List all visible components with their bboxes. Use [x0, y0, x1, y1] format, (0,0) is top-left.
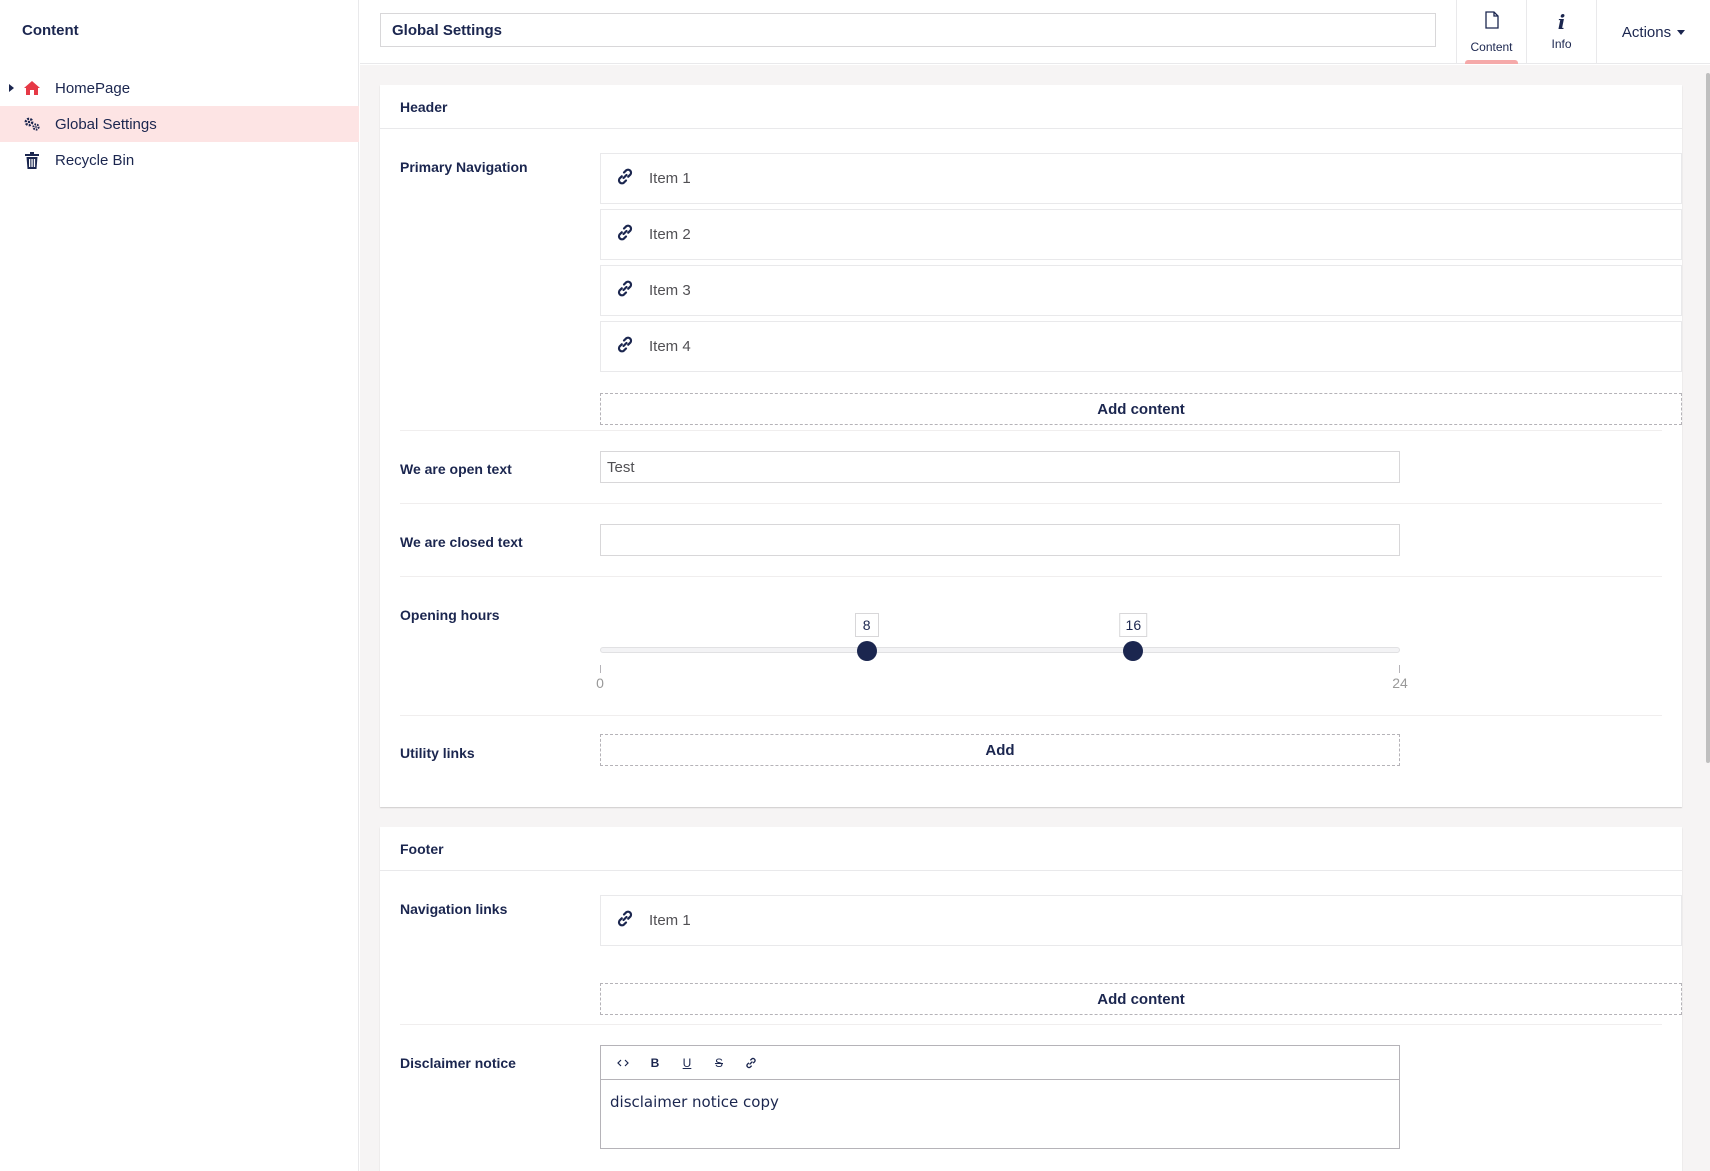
property-label: Disclaimer notice: [400, 1055, 516, 1071]
bold-icon[interactable]: B: [639, 1048, 671, 1078]
nested-item-label: Item 1: [649, 912, 691, 929]
property-label: Opening hours: [400, 607, 500, 623]
closed-text-property: We are closed text: [400, 504, 1662, 577]
sidebar-title: Content: [22, 22, 79, 39]
code-icon[interactable]: [607, 1048, 639, 1078]
range-slider[interactable]: 8 16 0 24: [596, 613, 1408, 693]
nested-item-label: Item 4: [649, 338, 691, 355]
chevron-down-icon: [1677, 29, 1686, 35]
expand-caret-icon[interactable]: [9, 84, 14, 92]
info-icon: i: [1557, 10, 1566, 34]
link-icon: [616, 279, 634, 302]
property-label: We are closed text: [400, 534, 523, 550]
link-icon: [616, 335, 634, 358]
nested-item[interactable]: Item 3: [600, 265, 1682, 316]
app-root: Content HomePage Global Settings Recycle…: [0, 0, 1710, 1171]
group-title: Header: [380, 85, 1682, 129]
property-label: Utility links: [400, 745, 475, 761]
slider-handle-from[interactable]: [856, 641, 877, 661]
property-label: Primary Navigation: [400, 159, 528, 175]
nested-item-label: Item 1: [649, 170, 691, 187]
slider-min-tick: [600, 665, 601, 673]
tab-content-label: Content: [1470, 39, 1513, 54]
group-title: Footer: [380, 827, 1682, 871]
nested-item[interactable]: Item 1: [600, 153, 1682, 204]
open-text-input[interactable]: [600, 451, 1400, 483]
tree-item-label: HomePage: [55, 79, 131, 97]
document-icon: [1484, 10, 1499, 34]
tree-item-label: Recycle Bin: [55, 151, 135, 169]
rte-content[interactable]: disclaimer notice copy: [601, 1080, 1399, 1124]
property-label: We are open text: [400, 461, 512, 477]
slider-handle-to[interactable]: [1123, 641, 1144, 661]
slider-min-label: 0: [596, 675, 604, 691]
tree-item-homepage[interactable]: HomePage: [0, 70, 359, 106]
add-content-button[interactable]: Add content: [600, 983, 1682, 1015]
nested-item-label: Item 2: [649, 226, 691, 243]
editor-content: Header Primary Navigation Item 1 Item 2: [360, 65, 1710, 1171]
tree-item-label: Global Settings: [55, 115, 157, 133]
editor-header: Content i Info Actions: [360, 0, 1710, 64]
link-icon: [616, 909, 634, 932]
sidebar: Content HomePage Global Settings Recycle…: [0, 0, 359, 1171]
link-icon: [616, 167, 634, 190]
slider-max-tick: [1399, 665, 1400, 673]
home-icon: [23, 79, 41, 97]
link-icon: [616, 223, 634, 246]
add-utility-link-button[interactable]: Add: [600, 734, 1400, 766]
nested-item[interactable]: Item 2: [600, 209, 1682, 260]
tree-item-global-settings[interactable]: Global Settings: [0, 106, 359, 142]
tree-item-recycle-bin[interactable]: Recycle Bin: [0, 142, 359, 178]
primary-navigation-property: Primary Navigation Item 1 Item 2 Item 3 …: [400, 129, 1682, 431]
trash-icon: [23, 151, 41, 169]
link-icon[interactable]: [735, 1048, 767, 1078]
opening-hours-property: Opening hours 8 16 0 24: [400, 577, 1662, 716]
slider-from-tooltip: 8: [854, 613, 879, 637]
footer-group-panel: Footer Navigation links Item 1 Add conte…: [380, 827, 1682, 1171]
disclaimer-property: Disclaimer notice B U S disclaimer notic…: [400, 1025, 1662, 1171]
slider-max-label: 24: [1392, 675, 1408, 691]
strikethrough-icon[interactable]: S: [703, 1048, 735, 1078]
tab-info[interactable]: i Info: [1526, 0, 1596, 64]
node-name-input[interactable]: [380, 13, 1436, 47]
underline-icon[interactable]: U: [671, 1048, 703, 1078]
closed-text-input[interactable]: [600, 524, 1400, 556]
settings-gears-icon: [23, 115, 41, 133]
slider-to-tooltip: 16: [1119, 613, 1148, 637]
tab-content[interactable]: Content: [1456, 0, 1526, 64]
content-tree: HomePage Global Settings Recycle Bin: [0, 70, 359, 178]
nested-item[interactable]: Item 1: [600, 895, 1682, 946]
rich-text-editor: B U S disclaimer notice copy: [600, 1045, 1400, 1149]
utility-links-property: Utility links Add: [400, 716, 1662, 796]
property-label: Navigation links: [400, 901, 508, 917]
actions-label: Actions: [1621, 23, 1672, 41]
add-content-button[interactable]: Add content: [600, 393, 1682, 425]
slider-track[interactable]: [600, 647, 1400, 653]
header-group-panel: Header Primary Navigation Item 1 Item 2: [380, 85, 1682, 807]
scrollbar[interactable]: [1706, 73, 1710, 763]
navigation-links-property: Navigation links Item 1 Add content: [400, 871, 1682, 1025]
rte-toolbar: B U S: [601, 1046, 1399, 1080]
nested-item[interactable]: Item 4: [600, 321, 1682, 372]
tab-info-label: Info: [1551, 37, 1572, 51]
nested-item-label: Item 3: [649, 282, 691, 299]
open-text-property: We are open text: [400, 431, 1662, 504]
actions-dropdown[interactable]: Actions: [1596, 0, 1710, 64]
